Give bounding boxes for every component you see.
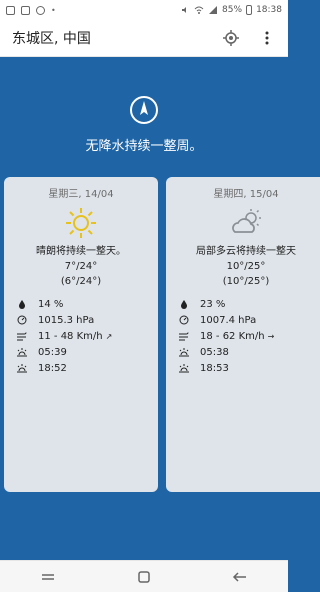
humidity-icon bbox=[19, 300, 25, 309]
battery-icon bbox=[246, 5, 253, 15]
humidity-row: 23 % bbox=[176, 297, 320, 311]
signal-icon bbox=[209, 6, 218, 14]
battery-percent: 85% bbox=[222, 5, 243, 15]
feels-like-range: (10°/25°) bbox=[222, 276, 270, 287]
sunrise-icon bbox=[179, 348, 189, 357]
sunset-value: 18:53 bbox=[200, 362, 229, 374]
details: 14 % 1015.3 hPa 11 - 48 Km/h ↗ 05:39 18:… bbox=[4, 297, 158, 375]
pressure-icon bbox=[17, 315, 27, 325]
wind-direction-icon: ↗ bbox=[105, 331, 113, 341]
humidity-icon bbox=[181, 300, 187, 309]
forecast-card-day2[interactable]: 星期四, 15/04 局部多云将持续一整天 10°/25° (10°/25°) … bbox=[166, 177, 320, 492]
gallery-icon bbox=[21, 5, 30, 15]
temperature-range: 10°/25° bbox=[226, 261, 266, 272]
card-date: 星期三, 14/04 bbox=[48, 189, 114, 200]
wind-value: 11 - 48 Km/h bbox=[38, 330, 103, 342]
card-date: 星期四, 15/04 bbox=[213, 189, 279, 200]
details: 23 % 1007.4 hPa 18 - 62 Km/h → 05:38 18:… bbox=[166, 297, 320, 375]
sunset-row: 18:52 bbox=[14, 361, 158, 375]
home-icon bbox=[138, 570, 150, 583]
crosshair-icon bbox=[223, 30, 239, 46]
sunrise-icon bbox=[17, 348, 27, 357]
sunrise-row: 05:38 bbox=[176, 345, 320, 359]
wind-direction-icon: → bbox=[267, 331, 275, 341]
wind-value: 18 - 62 Km/h bbox=[200, 330, 265, 342]
sunset-value: 18:52 bbox=[38, 362, 67, 374]
more-vert-icon bbox=[265, 31, 269, 45]
app-bar: 东城区, 中国 bbox=[0, 20, 288, 57]
wind-row: 18 - 62 Km/h → bbox=[176, 329, 320, 343]
home-button[interactable] bbox=[133, 566, 155, 588]
sync-icon bbox=[36, 5, 45, 15]
clock: 18:38 bbox=[256, 5, 282, 15]
condition-text: 局部多云将持续一整天 bbox=[196, 246, 296, 257]
sunset-icon bbox=[17, 364, 27, 373]
sunrise-value: 05:38 bbox=[200, 346, 229, 358]
weekly-summary: 无降水持续一整周。 bbox=[0, 95, 288, 154]
pressure-value: 1007.4 hPa bbox=[200, 314, 257, 326]
wifi-icon bbox=[194, 6, 204, 14]
pressure-value: 1015.3 hPa bbox=[38, 314, 95, 326]
mute-icon bbox=[182, 7, 187, 13]
overflow-menu-button[interactable] bbox=[256, 27, 278, 49]
status-right: 85% 18:38 bbox=[180, 5, 282, 15]
notification-icon bbox=[6, 5, 15, 15]
summary-text: 无降水持续一整周。 bbox=[85, 139, 203, 154]
locate-button[interactable] bbox=[220, 27, 242, 49]
humidity-value: 14 % bbox=[38, 298, 64, 310]
forecast-card-day1[interactable]: 星期三, 14/04 晴朗将持续一整天。 7°/24° (6°/24°) 14 … bbox=[4, 177, 158, 492]
partly-cloudy-icon bbox=[232, 209, 261, 233]
location-title[interactable]: 东城区, 中国 bbox=[12, 28, 91, 48]
sunrise-row: 05:39 bbox=[14, 345, 158, 359]
compass-icon bbox=[130, 96, 158, 124]
app-actions bbox=[220, 27, 288, 49]
back-button[interactable] bbox=[229, 566, 251, 588]
status-bar: • 85% 18:38 bbox=[0, 0, 288, 20]
temperature-range: 7°/24° bbox=[64, 261, 98, 272]
wind-icon bbox=[17, 332, 27, 341]
back-icon bbox=[232, 571, 246, 582]
sun-icon bbox=[66, 208, 96, 238]
system-nav-bar bbox=[0, 560, 288, 592]
feels-like-range: (6°/24°) bbox=[60, 276, 102, 287]
pressure-icon bbox=[179, 315, 189, 325]
humidity-row: 14 % bbox=[14, 297, 158, 311]
sunset-row: 18:53 bbox=[176, 361, 320, 375]
wind-row: 11 - 48 Km/h ↗ bbox=[14, 329, 158, 343]
condition-text: 晴朗将持续一整天。 bbox=[36, 246, 126, 257]
wind-icon bbox=[179, 332, 189, 341]
humidity-value: 23 % bbox=[200, 298, 226, 310]
sunrise-value: 05:39 bbox=[38, 346, 67, 358]
sunset-icon bbox=[179, 364, 189, 373]
status-left-icons: • bbox=[6, 5, 56, 15]
recents-button[interactable] bbox=[37, 566, 59, 588]
pressure-row: 1007.4 hPa bbox=[176, 313, 320, 327]
pressure-row: 1015.3 hPa bbox=[14, 313, 158, 327]
more-dots-icon: • bbox=[51, 5, 56, 15]
recents-icon bbox=[42, 573, 54, 580]
